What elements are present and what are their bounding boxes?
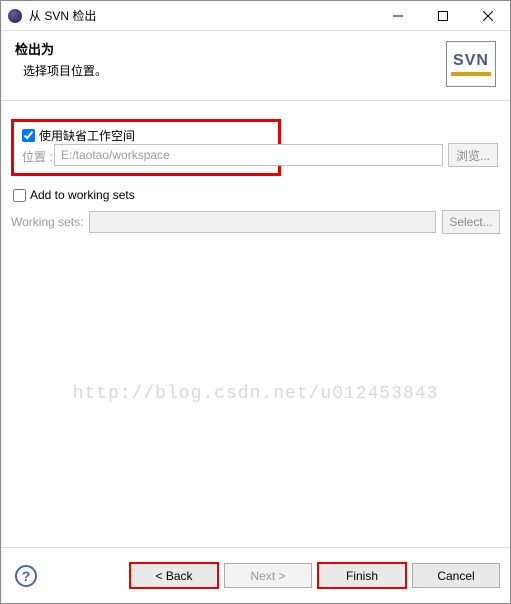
next-button: Next >	[224, 563, 312, 588]
location-label: 位置 :	[22, 148, 53, 165]
minimize-button[interactable]	[375, 1, 420, 31]
cancel-button[interactable]: Cancel	[412, 563, 500, 588]
working-sets-label: Working sets:	[11, 215, 83, 229]
close-button[interactable]	[465, 1, 510, 31]
app-icon	[7, 8, 23, 24]
back-button[interactable]: < Back	[130, 563, 218, 588]
wizard-footer: ? < Back Next > Finish Cancel	[1, 547, 510, 603]
window-title: 从 SVN 检出	[29, 7, 96, 24]
help-button[interactable]: ?	[15, 565, 37, 587]
browse-button: 浏览...	[448, 143, 498, 167]
page-subtitle: 选择项目位置。	[23, 62, 496, 79]
dialog-window: 从 SVN 检出 检出为 选择项目位置。 SVN 使用缺省工作空间 位置 :	[0, 0, 511, 604]
wizard-content: 使用缺省工作空间 位置 : 浏览... Add to working sets …	[1, 101, 510, 547]
add-to-working-sets-label: Add to working sets	[30, 188, 135, 202]
page-title: 检出为	[15, 39, 496, 58]
add-to-working-sets-checkbox[interactable]	[13, 189, 26, 202]
finish-button[interactable]: Finish	[318, 563, 406, 588]
use-default-workspace-label: 使用缺省工作空间	[39, 127, 135, 144]
watermark-text: http://blog.csdn.net/u012453843	[1, 384, 510, 404]
titlebar: 从 SVN 检出	[1, 1, 510, 31]
svn-logo-icon: SVN	[446, 41, 496, 87]
working-sets-combo	[89, 211, 436, 233]
use-default-workspace-checkbox[interactable]	[22, 129, 35, 142]
location-input	[54, 144, 443, 166]
working-sets-select-button: Select...	[442, 210, 500, 234]
maximize-button[interactable]	[420, 1, 465, 31]
wizard-header: 检出为 选择项目位置。 SVN	[1, 31, 510, 101]
